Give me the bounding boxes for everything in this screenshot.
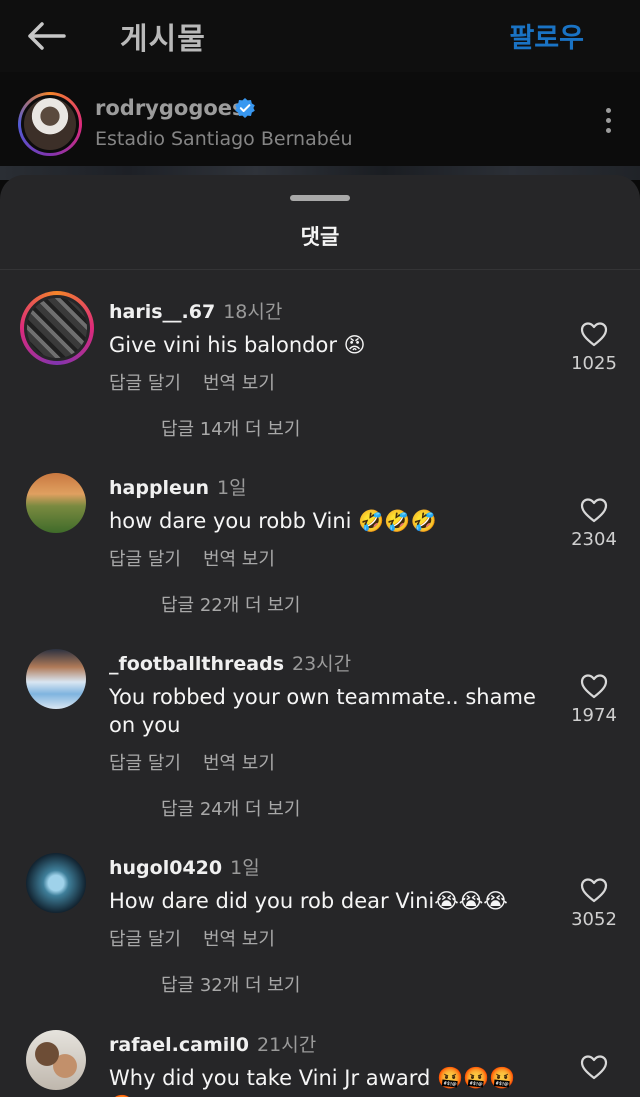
comment-username[interactable]: _footballthreads: [109, 653, 284, 675]
view-replies-button[interactable]: 답글 22개 더 보기: [161, 591, 300, 617]
comment-avatar[interactable]: [26, 1030, 86, 1090]
verified-icon: [235, 98, 255, 118]
reply-button[interactable]: 답글 달기: [109, 373, 181, 394]
heart-icon[interactable]: [580, 673, 608, 699]
page-title: 게시물: [120, 22, 206, 57]
post-author-username[interactable]: rodrygogoes: [95, 96, 245, 120]
reply-button[interactable]: 답글 달기: [109, 549, 181, 570]
comment-time: 23시간: [292, 653, 352, 675]
follow-button[interactable]: 팔로우: [509, 16, 584, 55]
view-replies-button[interactable]: 답글 14개 더 보기: [161, 415, 300, 441]
like-count: 1025: [571, 353, 617, 374]
comment-username-line[interactable]: happleun 1일: [109, 473, 247, 500]
heart-icon[interactable]: [580, 497, 608, 523]
translate-button[interactable]: 번역 보기: [203, 753, 275, 774]
comment-time: 1일: [230, 857, 260, 879]
like-count: 2304: [571, 529, 617, 550]
comment-avatar[interactable]: [20, 291, 94, 365]
more-icon[interactable]: [604, 108, 612, 138]
comment-actions: 답글 달기 번역 보기: [109, 925, 297, 951]
translate-button[interactable]: 번역 보기: [203, 549, 275, 570]
comment-text: How dare did you rob dear Vini😭😭😭: [109, 889, 508, 913]
like-control[interactable]: [568, 1054, 620, 1080]
top-bar: 게시물 팔로우: [0, 0, 640, 72]
comment-username[interactable]: rafael.camil0: [109, 1034, 249, 1056]
view-replies-button[interactable]: 답글 24개 더 보기: [161, 795, 300, 821]
like-control[interactable]: 1974: [568, 673, 620, 726]
translate-button[interactable]: 번역 보기: [203, 373, 275, 394]
comments-sheet: 댓글 haris__.67 18시간 Give vini his balondor…: [0, 175, 640, 1097]
back-arrow-icon[interactable]: [24, 16, 68, 56]
comment-username[interactable]: haris__.67: [109, 301, 215, 323]
post-location[interactable]: Estadio Santiago Bernabéu: [95, 128, 353, 150]
comment-username-line[interactable]: haris__.67 18시간: [109, 297, 282, 324]
post-author-avatar[interactable]: [18, 92, 82, 156]
comment-username-line[interactable]: _footballthreads 23시간: [109, 649, 351, 676]
like-control[interactable]: 2304: [568, 497, 620, 550]
divider: [0, 269, 640, 270]
heart-icon[interactable]: [580, 321, 608, 347]
translate-button[interactable]: 번역 보기: [203, 929, 275, 950]
comment-text: Give vini his balondor 😡: [109, 333, 366, 357]
comments-title: 댓글: [300, 225, 340, 249]
comment-username[interactable]: hugol0420: [109, 857, 222, 879]
like-count: 1974: [571, 705, 617, 726]
like-count: 3052: [571, 909, 617, 930]
comment-username[interactable]: happleun: [109, 477, 209, 499]
post-header: rodrygogoes Estadio Santiago Bernabéu: [0, 72, 640, 172]
comment-time: 21시간: [257, 1034, 317, 1056]
comment-username-line[interactable]: rafael.camil0 21시간: [109, 1030, 316, 1057]
like-control[interactable]: 1025: [568, 321, 620, 374]
comment-avatar[interactable]: [26, 649, 86, 709]
reply-button[interactable]: 답글 달기: [109, 929, 181, 950]
reply-button[interactable]: 답글 달기: [109, 753, 181, 774]
drag-handle[interactable]: [290, 195, 350, 201]
comment-avatar[interactable]: [26, 853, 86, 913]
heart-icon[interactable]: [580, 1054, 608, 1080]
comment-actions: 답글 달기 번역 보기: [109, 369, 297, 395]
comment-actions: 답글 달기 번역 보기: [109, 545, 297, 571]
comment-actions: 답글 달기 번역 보기: [109, 749, 297, 775]
comment-username-line[interactable]: hugol0420 1일: [109, 853, 260, 880]
comment-text: how dare you robb Vini 🤣🤣🤣: [109, 509, 437, 533]
comment-avatar[interactable]: [26, 473, 86, 533]
comment-text: Why did you take Vini Jr award 🤬🤬🤬🤬: [109, 1066, 516, 1097]
like-control[interactable]: 3052: [568, 877, 620, 930]
heart-icon[interactable]: [580, 877, 608, 903]
view-replies-button[interactable]: 답글 32개 더 보기: [161, 971, 300, 997]
comment-time: 1일: [217, 477, 247, 499]
comment-time: 18시간: [223, 301, 283, 323]
comment-text: You robbed your own teammate.. shame on …: [109, 685, 536, 737]
